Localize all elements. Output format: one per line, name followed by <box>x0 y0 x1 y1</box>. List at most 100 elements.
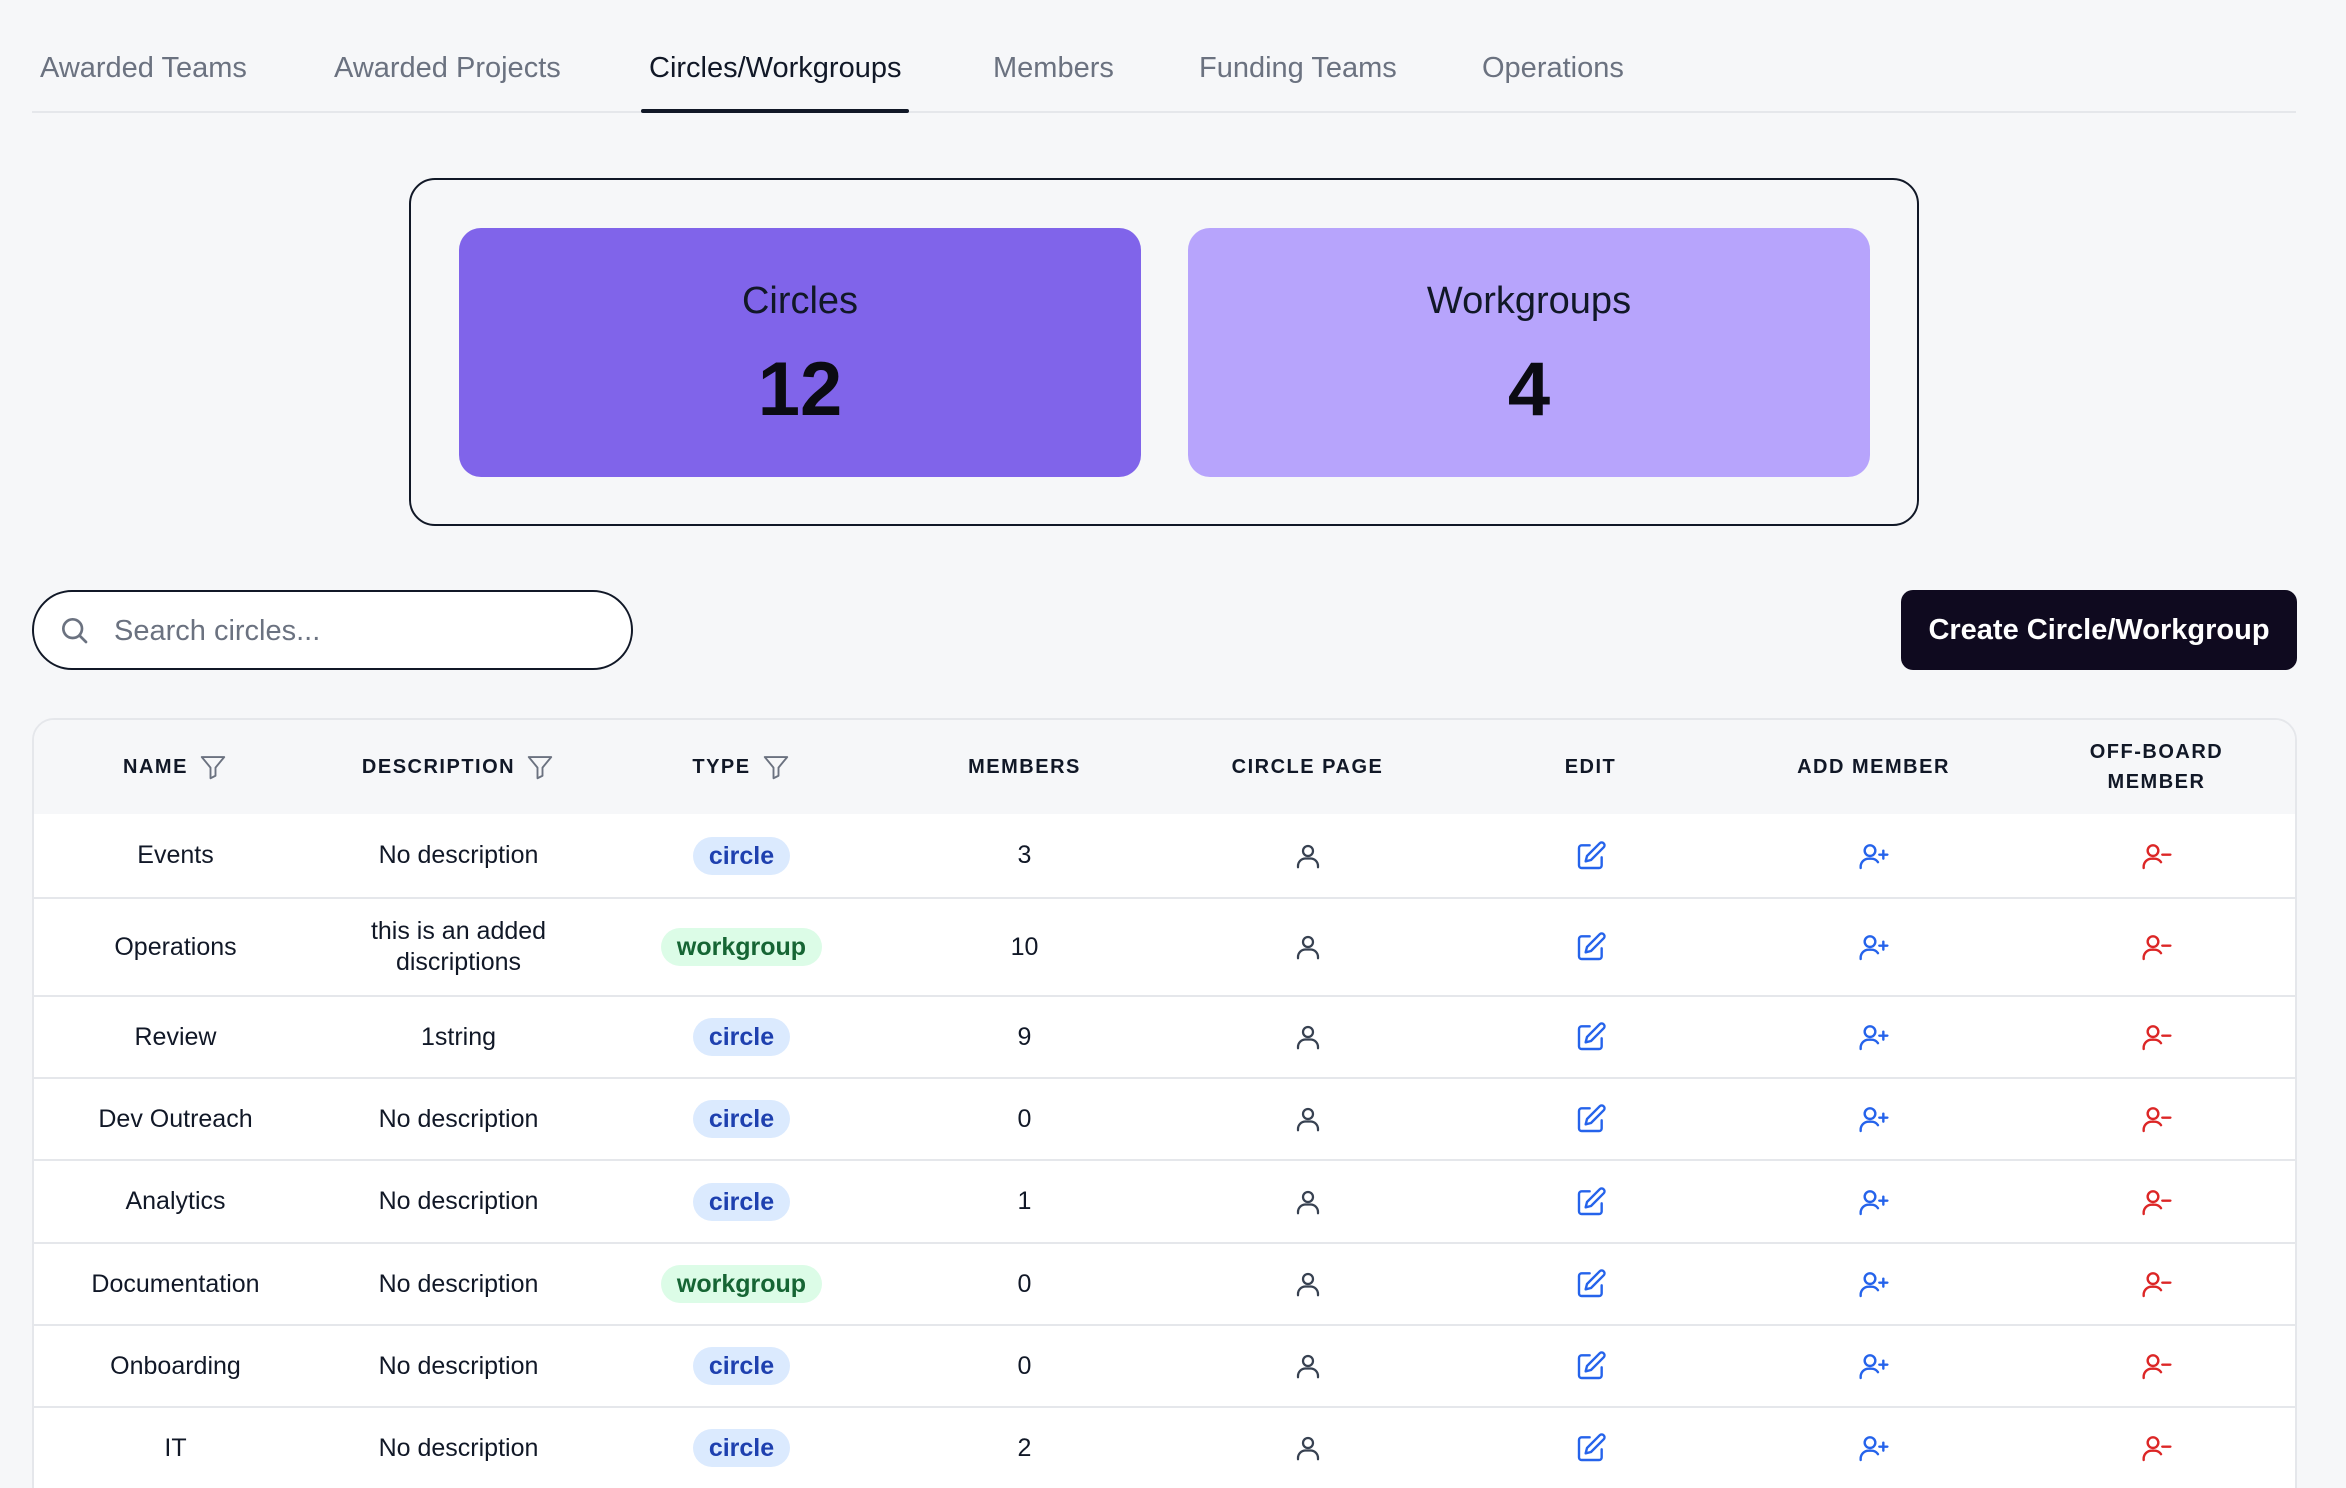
row-type: circle <box>600 1326 883 1406</box>
row-type: circle <box>600 1161 883 1242</box>
row-offboard-member <box>2015 1326 2295 1406</box>
user-plus-icon[interactable] <box>1858 1103 1890 1135</box>
table-row: Dev Outreach No description circle 0 <box>34 1079 2295 1161</box>
header-add-member: ADD MEMBER <box>1797 756 1950 778</box>
tab-awarded-teams[interactable]: Awarded Teams <box>40 52 247 112</box>
header-circle-page: CIRCLE PAGE <box>1231 756 1384 778</box>
header-offboard-member: OFF-BOARD MEMBER <box>2015 720 2295 814</box>
row-description: No description <box>378 1269 539 1298</box>
header-edit: EDIT <box>1564 756 1617 778</box>
header-description-label: DESCRIPTION <box>361 756 516 778</box>
user-icon[interactable] <box>1293 1351 1323 1381</box>
user-icon[interactable] <box>1293 1269 1323 1299</box>
tab-funding-teams[interactable]: Funding Teams <box>1199 52 1397 112</box>
row-offboard-member <box>2015 997 2295 1077</box>
user-icon[interactable] <box>1293 932 1323 962</box>
row-description: No description <box>378 1433 539 1462</box>
row-name: Events <box>137 841 214 869</box>
row-circle-page <box>1166 1079 1449 1159</box>
filter-icon[interactable] <box>198 752 228 782</box>
table-row: Onboarding No description circle 0 <box>34 1326 2295 1408</box>
user-icon[interactable] <box>1293 841 1323 871</box>
header-offboard-line1: OFF-BOARD <box>2089 741 2224 763</box>
user-icon[interactable] <box>1293 1022 1323 1052</box>
edit-icon[interactable] <box>1575 931 1607 963</box>
search-input[interactable] <box>114 606 604 656</box>
user-plus-icon[interactable] <box>1858 1268 1890 1300</box>
row-description: No description <box>378 1187 539 1215</box>
tab-members[interactable]: Members <box>993 52 1114 112</box>
row-name: Operations <box>114 932 237 961</box>
row-name: Analytics <box>125 1187 226 1215</box>
user-plus-icon[interactable] <box>1858 1021 1890 1053</box>
user-minus-icon[interactable] <box>2141 1103 2173 1135</box>
filter-icon[interactable] <box>525 752 555 782</box>
edit-icon[interactable] <box>1575 840 1607 872</box>
user-icon[interactable] <box>1293 1187 1323 1217</box>
user-minus-icon[interactable] <box>2141 931 2173 963</box>
user-icon[interactable] <box>1293 1104 1323 1134</box>
header-description: DESCRIPTION <box>317 720 600 814</box>
user-minus-icon[interactable] <box>2141 1021 2173 1053</box>
row-description: 1string <box>420 1022 497 1051</box>
user-icon[interactable] <box>1293 1433 1323 1463</box>
tab-awarded-projects[interactable]: Awarded Projects <box>334 52 561 112</box>
type-badge: workgroup <box>660 928 823 966</box>
workgroups-stat-label: Workgroups <box>1426 280 1632 322</box>
user-minus-icon[interactable] <box>2141 840 2173 872</box>
user-plus-icon[interactable] <box>1858 931 1890 963</box>
row-description: this is an added discriptions <box>370 917 547 976</box>
edit-icon[interactable] <box>1575 1432 1607 1464</box>
row-type: workgroup <box>600 1244 883 1324</box>
edit-icon[interactable] <box>1575 1350 1607 1382</box>
table-row: Operations this is an added discriptions w… <box>34 899 2295 997</box>
row-type: circle <box>600 814 883 897</box>
header-members: MEMBERS <box>968 756 1081 778</box>
row-add-member <box>1732 899 2015 995</box>
tab-circles-workgroups[interactable]: Circles/Workgroups <box>640 52 910 113</box>
row-add-member <box>1732 1408 2015 1488</box>
search-box <box>32 590 633 670</box>
row-name: Dev Outreach <box>98 1104 253 1133</box>
row-type: workgroup <box>600 899 883 995</box>
user-plus-icon[interactable] <box>1858 1432 1890 1464</box>
tab-operations[interactable]: Operations <box>1482 52 1624 112</box>
user-minus-icon[interactable] <box>2141 1432 2173 1464</box>
row-members: 10 <box>1010 932 1039 961</box>
edit-icon[interactable] <box>1575 1186 1607 1218</box>
user-plus-icon[interactable] <box>1858 1186 1890 1218</box>
row-add-member <box>1732 997 2015 1077</box>
edit-icon[interactable] <box>1575 1268 1607 1300</box>
row-members: 3 <box>1017 841 1032 869</box>
header-offboard-line2: MEMBER <box>2107 771 2206 793</box>
row-edit <box>1449 899 1732 995</box>
workgroups-stat-card: Workgroups 4 <box>1188 228 1870 477</box>
edit-icon[interactable] <box>1575 1021 1607 1053</box>
stats-panel: Circles 12 Workgroups 4 <box>409 178 1919 526</box>
row-add-member <box>1732 1161 2015 1242</box>
row-members: 0 <box>1017 1104 1032 1133</box>
row-circle-page <box>1166 899 1449 995</box>
type-badge: circle <box>692 1182 791 1221</box>
user-plus-icon[interactable] <box>1858 840 1890 872</box>
row-description: No description <box>378 1351 539 1380</box>
user-minus-icon[interactable] <box>2141 1350 2173 1382</box>
circles-stat-label: Circles <box>741 280 859 322</box>
table-row: Events No description circle 3 <box>34 814 2295 899</box>
header-name-label: NAME <box>123 756 188 778</box>
user-minus-icon[interactable] <box>2141 1268 2173 1300</box>
row-name: Onboarding <box>110 1351 241 1380</box>
filter-icon[interactable] <box>761 752 791 782</box>
user-minus-icon[interactable] <box>2141 1186 2173 1218</box>
table-row: Analytics No description circle 1 <box>34 1161 2295 1244</box>
user-plus-icon[interactable] <box>1858 1350 1890 1382</box>
row-description: No description <box>378 1104 539 1133</box>
header-type-label: TYPE <box>692 756 751 778</box>
row-name: IT <box>164 1433 187 1462</box>
edit-icon[interactable] <box>1575 1103 1607 1135</box>
row-offboard-member <box>2015 1079 2295 1159</box>
create-circle-workgroup-button[interactable]: Create Circle/Workgroup <box>1901 590 2297 670</box>
row-offboard-member <box>2015 1408 2295 1488</box>
row-name: Documentation <box>91 1269 260 1298</box>
row-type: circle <box>600 1408 883 1488</box>
